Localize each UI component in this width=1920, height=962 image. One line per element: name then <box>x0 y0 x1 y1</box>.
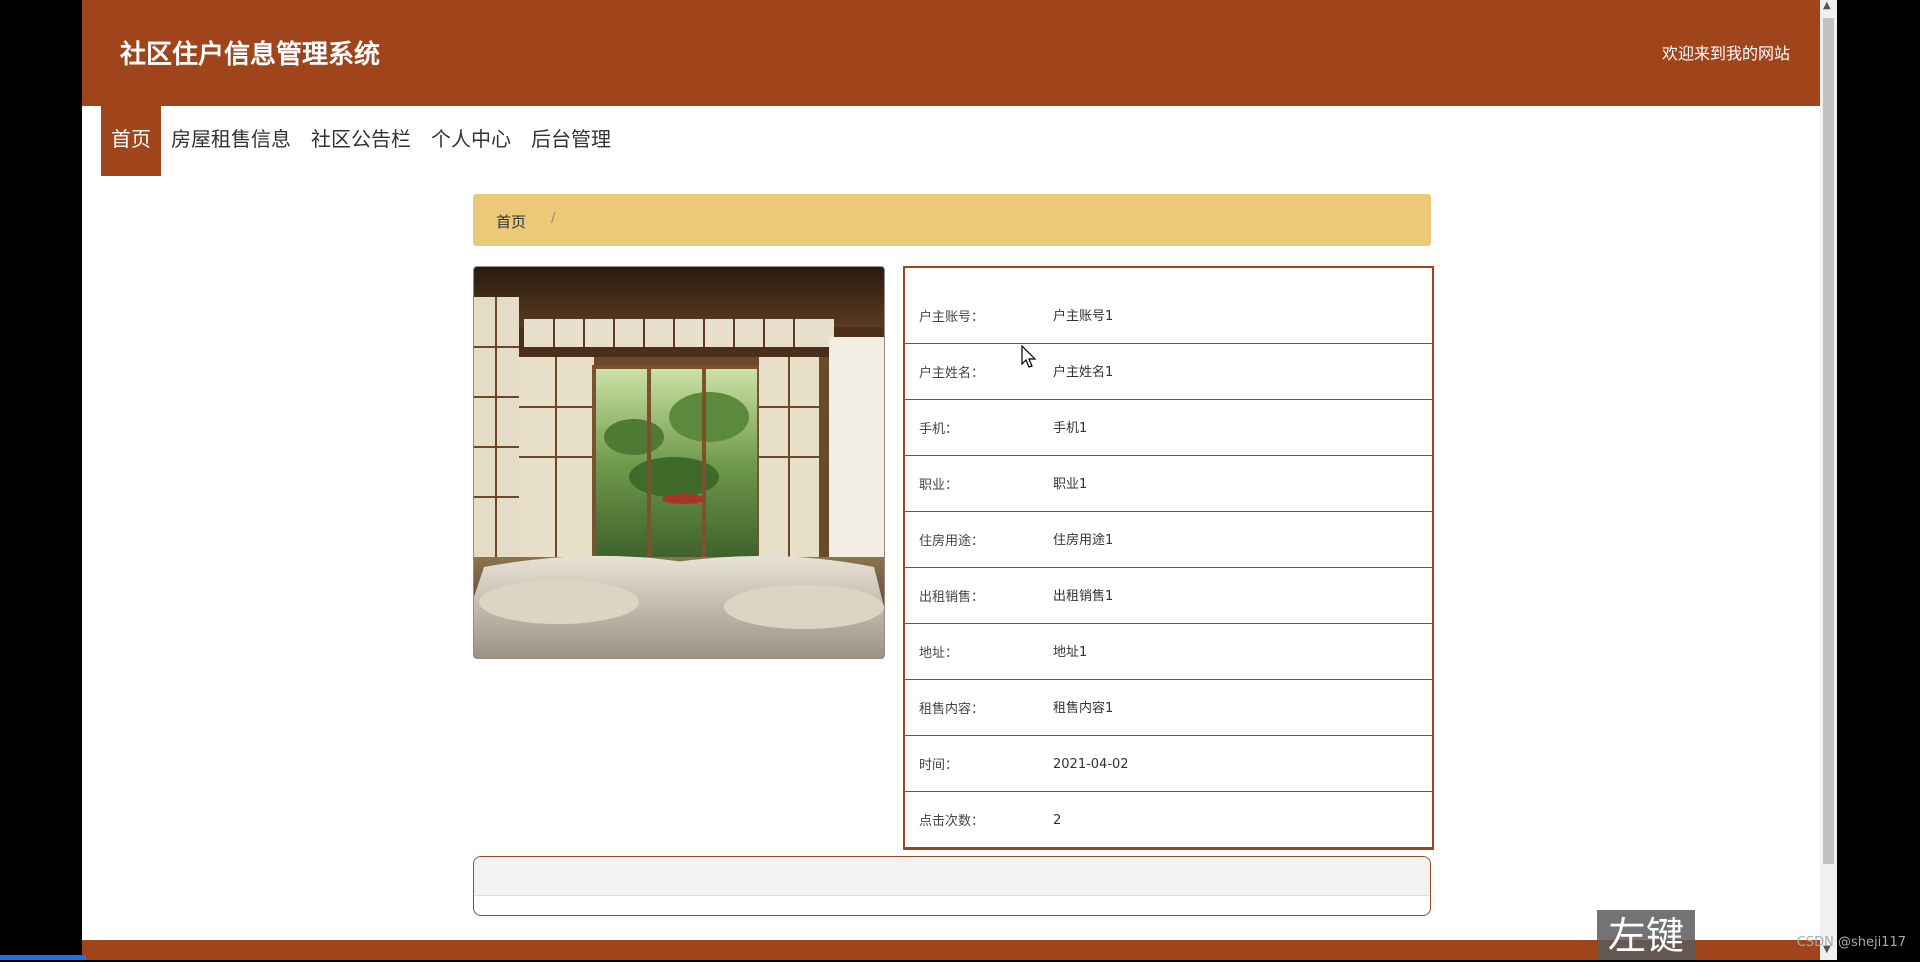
detail-value: 租售内容1 <box>1053 701 1114 716</box>
detail-label: 时间： <box>919 758 959 773</box>
detail-value: 手机1 <box>1053 421 1088 436</box>
detail-label: 住房用途： <box>919 534 985 549</box>
house-detail-table: 户主账号： 户主账号1 户主姓名： 户主姓名1 手机： 手机1 职业： 职业1 … <box>903 266 1434 850</box>
detail-value: 2021-04-02 <box>1053 757 1129 772</box>
detail-value: 职业1 <box>1053 477 1088 492</box>
detail-row: 点击次数： 2 <box>905 792 1432 847</box>
nav-item-personal-center[interactable]: 个人中心 <box>421 106 521 176</box>
nav-item-house-rental[interactable]: 房屋租售信息 <box>161 106 301 176</box>
detail-row: 户主姓名： 户主姓名1 <box>905 344 1432 400</box>
scroll-up-arrow-icon[interactable]: ▲ <box>1823 0 1831 11</box>
detail-label: 地址： <box>919 646 959 661</box>
detail-row: 租售内容： 租售内容1 <box>905 680 1432 736</box>
content-panel <box>473 856 1431 916</box>
nav-item-admin[interactable]: 后台管理 <box>521 106 621 176</box>
detail-label: 户主姓名： <box>919 366 985 381</box>
breadcrumb-separator: / <box>551 211 556 226</box>
vertical-scrollbar[interactable]: ▲ ▼ <box>1820 0 1837 960</box>
site-header: 社区住户信息管理系统 欢迎来到我的网站 <box>82 0 1820 106</box>
content-panel-header <box>474 857 1430 896</box>
detail-label: 租售内容： <box>919 702 985 717</box>
mouse-hint-badge: 左键 <box>1597 910 1695 960</box>
house-room-photo-icon <box>474 267 884 658</box>
nav-item-notice-board[interactable]: 社区公告栏 <box>301 106 421 176</box>
breadcrumb-home-link[interactable]: 首页 <box>496 211 526 232</box>
detail-value: 户主账号1 <box>1053 309 1114 324</box>
detail-label: 点击次数： <box>919 814 985 829</box>
video-progress-line <box>0 955 86 960</box>
main-nav: 首页 房屋租售信息 社区公告栏 个人中心 后台管理 <box>101 106 621 176</box>
detail-row: 手机： 手机1 <box>905 400 1432 456</box>
page: 社区住户信息管理系统 欢迎来到我的网站 首页 房屋租售信息 社区公告栏 个人中心… <box>82 0 1820 960</box>
nav-item-home[interactable]: 首页 <box>101 106 161 176</box>
detail-row: 职业： 职业1 <box>905 456 1432 512</box>
breadcrumb: 首页 / <box>473 194 1431 246</box>
footer-bar <box>82 940 1820 960</box>
detail-row: 出租销售： 出租销售1 <box>905 568 1432 624</box>
house-photo <box>473 266 885 659</box>
detail-label: 手机： <box>919 422 959 437</box>
detail-row: 时间： 2021-04-02 <box>905 736 1432 792</box>
detail-row: 地址： 地址1 <box>905 624 1432 680</box>
detail-value: 2 <box>1053 813 1062 828</box>
mouse-cursor-icon <box>1021 345 1037 368</box>
detail-value: 出租销售1 <box>1053 589 1114 604</box>
detail-row: 住房用途： 住房用途1 <box>905 512 1432 568</box>
detail-value: 地址1 <box>1053 645 1088 660</box>
detail-row: 户主账号： 户主账号1 <box>905 268 1432 344</box>
watermark: CSDN @sheji117 <box>1796 935 1906 950</box>
site-title: 社区住户信息管理系统 <box>120 40 381 70</box>
detail-label: 出租销售： <box>919 590 985 605</box>
scrollbar-thumb[interactable] <box>1823 18 1834 864</box>
detail-label: 职业： <box>919 478 959 493</box>
welcome-text: 欢迎来到我的网站 <box>1661 44 1790 63</box>
detail-label: 户主账号： <box>919 310 985 325</box>
detail-value: 户主姓名1 <box>1053 365 1114 380</box>
detail-value: 住房用途1 <box>1053 533 1114 548</box>
